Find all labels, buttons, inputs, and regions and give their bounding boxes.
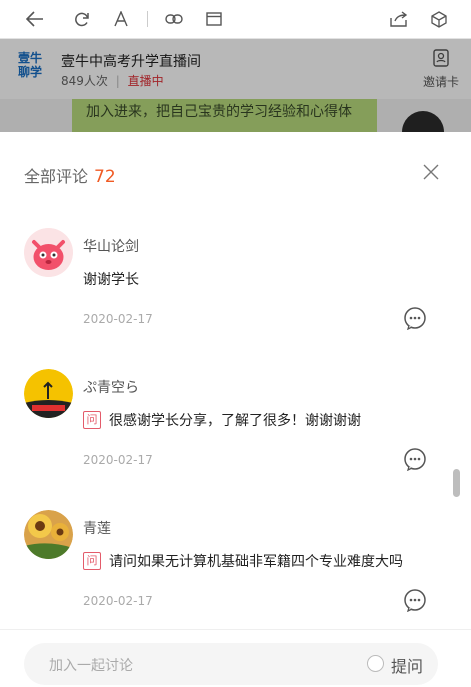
- avatar[interactable]: [24, 510, 73, 559]
- comment-date: 2020-02-17: [83, 594, 153, 608]
- comment-item: ぷ青空ら 问 很感谢学长分享，了解了很多！谢谢谢谢 2020-02-17: [0, 369, 471, 509]
- question-tag: 问: [83, 552, 101, 570]
- panel-title-text: 全部评论: [24, 167, 89, 186]
- ask-question-label[interactable]: 提问: [391, 653, 423, 677]
- comment-input-bar: 加入一起讨论 提问: [0, 629, 471, 687]
- back-icon[interactable]: [24, 8, 46, 30]
- comment-input-placeholder: 加入一起讨论: [49, 658, 133, 674]
- comment-text-row: 谢谢学长: [83, 269, 139, 289]
- window-icon[interactable]: [203, 8, 225, 30]
- question-tag: 问: [83, 411, 101, 429]
- comment-text: 请问如果无计算机基础非军籍四个专业难度大吗: [109, 554, 403, 570]
- panel-title: 全部评论 72: [24, 163, 116, 187]
- refresh-icon[interactable]: [70, 8, 92, 30]
- browser-toolbar: [0, 0, 471, 39]
- font-size-icon[interactable]: [110, 8, 132, 30]
- scrollbar-thumb[interactable]: [453, 469, 460, 497]
- dim-overlay[interactable]: [0, 39, 471, 132]
- comment-date: 2020-02-17: [83, 453, 153, 467]
- comment-text: 很感谢学长分享，了解了很多！谢谢谢谢: [109, 413, 361, 429]
- comment-username: 青莲: [83, 521, 111, 537]
- comment-username: 华山论剑: [83, 239, 139, 255]
- reply-icon[interactable]: [403, 306, 427, 331]
- comment-item: 华山论剑 谢谢学长 2020-02-17: [0, 228, 471, 368]
- link-icon[interactable]: [163, 8, 185, 30]
- comment-input[interactable]: 加入一起讨论 提问: [24, 643, 438, 685]
- toolbar-divider: [147, 11, 148, 27]
- close-icon[interactable]: [421, 162, 441, 182]
- comment-date: 2020-02-17: [83, 312, 153, 326]
- reply-icon[interactable]: [403, 447, 427, 472]
- comment-text-row: 问 很感谢学长分享，了解了很多！谢谢谢谢: [83, 410, 361, 430]
- share-icon[interactable]: [388, 8, 410, 30]
- comment-username: ぷ青空ら: [83, 380, 139, 396]
- avatar[interactable]: [24, 369, 73, 418]
- ask-question-radio[interactable]: [367, 655, 384, 672]
- comment-panel: 全部评论 72 华山论剑 谢谢学长 2020-02-17 ぷ青空ら 问 很感谢学…: [0, 132, 471, 687]
- cube-icon[interactable]: [428, 8, 450, 30]
- reply-icon[interactable]: [403, 588, 427, 613]
- comment-text-row: 问 请问如果无计算机基础非军籍四个专业难度大吗: [83, 551, 403, 571]
- comment-count: 72: [94, 167, 116, 187]
- comment-text: 谢谢学长: [83, 272, 139, 288]
- avatar[interactable]: [24, 228, 73, 277]
